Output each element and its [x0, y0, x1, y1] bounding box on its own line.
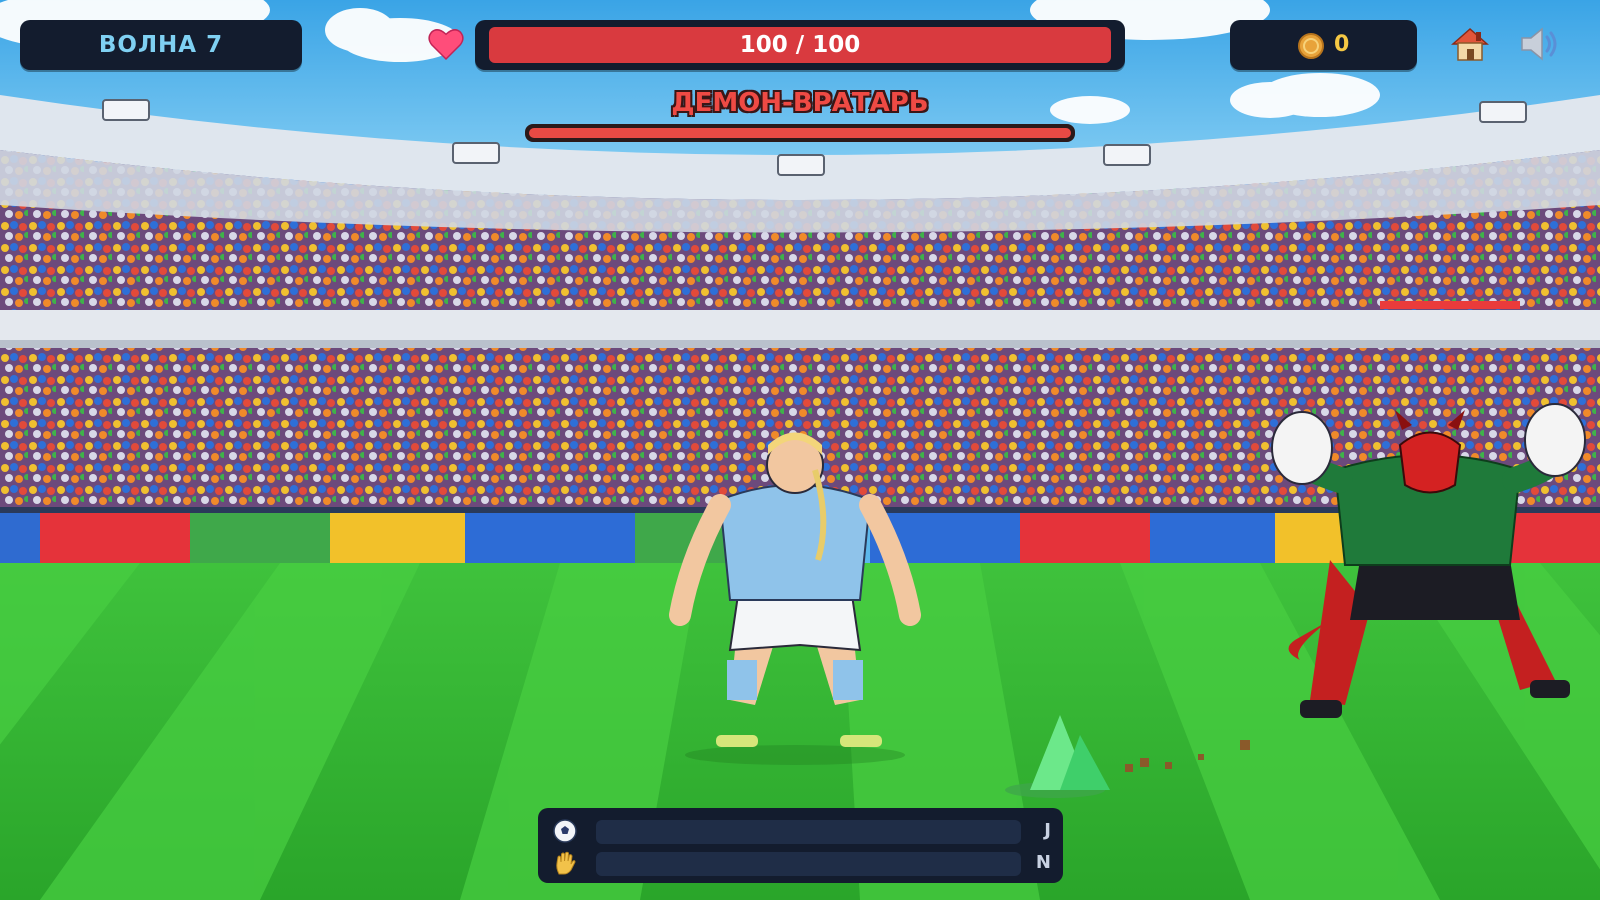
coin-icon	[1298, 33, 1324, 59]
hand-icon	[556, 851, 576, 875]
player-health-bar: 100 / 100	[475, 20, 1125, 70]
soccer-ball-icon	[553, 819, 577, 843]
boss-health-bar	[525, 124, 1075, 142]
block-action-row[interactable]: N	[538, 848, 1063, 878]
player-health-text: 100 / 100	[489, 27, 1111, 63]
shoot-cooldown-track	[596, 820, 1021, 844]
block-key-label: N	[1035, 852, 1051, 873]
boss-health-fill	[529, 128, 1071, 138]
block-cooldown-track	[596, 852, 1021, 876]
enemy-health-bar	[1380, 301, 1520, 309]
home-button[interactable]	[1450, 24, 1490, 64]
shoot-action-row[interactable]: J	[538, 816, 1063, 846]
home-icon	[1451, 27, 1489, 61]
action-panel: J N	[538, 808, 1063, 883]
coin-count: 0	[1334, 32, 1350, 57]
speaker-icon	[1521, 27, 1557, 61]
enemy-health-fill	[1380, 301, 1520, 309]
shoot-key-label: J	[1044, 820, 1051, 841]
wave-indicator: ВОЛНА 7	[20, 20, 302, 70]
boss-name: ДЕМОН-ВРАТАРЬ	[671, 88, 929, 118]
heart-icon	[428, 29, 464, 61]
sound-toggle-button[interactable]	[1518, 24, 1562, 64]
coin-counter: 0	[1230, 20, 1417, 70]
